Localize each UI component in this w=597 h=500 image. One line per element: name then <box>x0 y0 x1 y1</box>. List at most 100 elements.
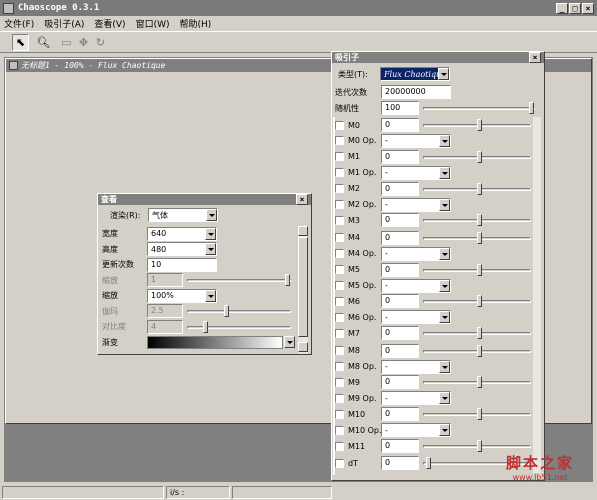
param-field[interactable]: 0 <box>381 439 419 453</box>
slider-thumb[interactable] <box>426 457 431 470</box>
menu-attractor[interactable]: 吸引子(A) <box>44 17 84 30</box>
param-field[interactable]: 0 <box>381 456 419 471</box>
param-slider[interactable] <box>423 214 531 227</box>
slider-thumb[interactable] <box>477 182 482 195</box>
menu-help[interactable]: 帮助(H) <box>180 17 212 30</box>
param-slider[interactable] <box>423 376 531 389</box>
view-row-field[interactable]: 4 <box>147 319 183 334</box>
attractor-panel-close-icon[interactable]: × <box>529 52 541 63</box>
param-field[interactable]: 0 <box>381 294 419 309</box>
random-slider[interactable] <box>423 102 535 114</box>
param-field[interactable]: 0 <box>381 407 419 422</box>
slider-thumb[interactable] <box>477 214 482 227</box>
param-checkbox[interactable] <box>335 281 344 290</box>
slider-thumb[interactable] <box>203 320 208 333</box>
attractor-scrollbar[interactable] <box>533 117 541 473</box>
chevron-down-icon[interactable] <box>439 311 450 324</box>
chevron-down-icon[interactable] <box>438 68 449 80</box>
param-field[interactable]: 0 <box>381 375 419 390</box>
param-op-select[interactable]: - <box>381 133 451 148</box>
param-slider[interactable] <box>423 344 531 357</box>
param-checkbox[interactable] <box>335 184 344 194</box>
param-op-select[interactable]: - <box>381 391 451 406</box>
view-row-field[interactable]: 10 <box>147 257 217 272</box>
param-checkbox[interactable] <box>335 377 344 387</box>
view-row-slider[interactable] <box>187 320 291 333</box>
param-checkbox[interactable] <box>335 425 344 435</box>
param-field[interactable]: 0 <box>381 262 419 277</box>
param-slider[interactable] <box>423 263 531 276</box>
rotate-icon[interactable]: ↻ <box>92 34 109 51</box>
param-slider[interactable] <box>423 119 531 131</box>
menu-window[interactable]: 窗口(W) <box>136 17 170 30</box>
zoom-icon[interactable]: 🔍︎ <box>35 34 52 51</box>
slider-thumb[interactable] <box>477 327 482 340</box>
random-field[interactable]: 100 <box>381 101 419 115</box>
param-checkbox[interactable] <box>335 328 344 338</box>
view-row-field[interactable]: 1 <box>147 273 183 287</box>
slider-thumb[interactable] <box>477 150 482 163</box>
view-scrollbar[interactable] <box>298 226 308 354</box>
param-checkbox[interactable] <box>335 312 344 322</box>
minimize-icon[interactable]: _ <box>556 2 568 14</box>
slider-thumb[interactable] <box>477 231 482 244</box>
slider-thumb[interactable] <box>477 295 482 308</box>
param-field[interactable]: 0 <box>381 213 419 228</box>
param-checkbox[interactable] <box>335 458 344 468</box>
param-checkbox[interactable] <box>335 152 344 162</box>
close-icon[interactable]: × <box>582 2 594 14</box>
chevron-down-icon[interactable] <box>439 279 450 292</box>
param-checkbox[interactable] <box>335 249 344 259</box>
view-row-slider[interactable] <box>187 305 291 317</box>
gradient-preview[interactable] <box>147 335 283 349</box>
maximize-icon[interactable]: □ <box>569 2 581 14</box>
slider-thumb[interactable] <box>224 305 229 317</box>
type-select[interactable]: Flux Chaotique <box>380 67 450 81</box>
param-checkbox[interactable] <box>335 200 344 209</box>
scroll-up-icon[interactable] <box>298 226 308 236</box>
scroll-down-icon[interactable] <box>298 342 308 352</box>
param-checkbox[interactable] <box>335 168 344 178</box>
iterations-field[interactable]: 20000000 <box>381 85 451 99</box>
slider-thumb[interactable] <box>477 119 482 131</box>
param-checkbox[interactable] <box>335 265 344 275</box>
param-slider[interactable] <box>423 408 531 421</box>
random-slider-thumb[interactable] <box>529 102 534 114</box>
chevron-down-icon[interactable] <box>439 392 450 405</box>
arrow-cursor-icon[interactable]: ⬉ <box>12 33 29 51</box>
slider-thumb[interactable] <box>477 344 482 357</box>
param-checkbox[interactable] <box>335 296 344 306</box>
chevron-down-icon[interactable] <box>439 424 450 437</box>
param-op-select[interactable]: - <box>381 197 451 212</box>
view-panel-close-icon[interactable]: × <box>296 194 308 205</box>
view-row-field[interactable]: 2.5 <box>147 304 183 318</box>
move-icon[interactable]: ✥ <box>75 34 92 51</box>
param-op-select[interactable]: - <box>381 310 451 325</box>
param-checkbox[interactable] <box>335 120 344 130</box>
chevron-down-icon[interactable] <box>205 227 216 240</box>
param-field[interactable]: 0 <box>381 326 419 341</box>
chevron-down-icon[interactable] <box>205 289 216 302</box>
scroll-thumb[interactable] <box>298 237 308 337</box>
view-row-slider[interactable] <box>187 274 291 286</box>
menu-view[interactable]: 查看(V) <box>94 17 125 30</box>
param-op-select[interactable]: - <box>381 278 451 293</box>
param-checkbox[interactable] <box>335 233 344 243</box>
param-slider[interactable] <box>423 231 531 244</box>
chevron-down-icon[interactable] <box>439 360 450 373</box>
param-field[interactable]: 0 <box>381 118 419 132</box>
fit-icon[interactable]: ▭ <box>58 34 75 51</box>
param-op-select[interactable]: - <box>381 359 451 374</box>
chevron-down-icon[interactable] <box>439 247 450 260</box>
chevron-down-icon[interactable] <box>284 336 295 348</box>
param-checkbox[interactable] <box>335 393 344 403</box>
slider-thumb[interactable] <box>477 263 482 276</box>
view-row-select[interactable]: 100% <box>147 288 217 303</box>
param-checkbox[interactable] <box>335 215 344 225</box>
param-slider[interactable] <box>423 295 531 308</box>
param-slider[interactable] <box>423 182 531 195</box>
param-op-select[interactable]: - <box>381 165 451 180</box>
render-select[interactable]: 气体 <box>148 208 218 222</box>
chevron-down-icon[interactable] <box>439 198 450 211</box>
chevron-down-icon[interactable] <box>439 134 450 147</box>
